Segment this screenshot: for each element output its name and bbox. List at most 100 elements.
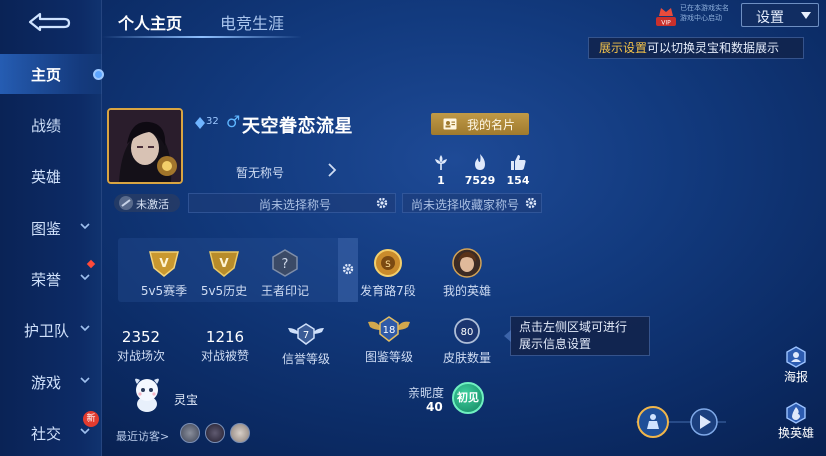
- my-heroes-label: 我的英雄: [442, 284, 491, 298]
- settings-dropdown[interactable]: 设置: [741, 3, 819, 27]
- tab-esports-career[interactable]: 电竞生涯: [220, 10, 284, 34]
- intimacy-stage-badge[interactable]: 初见: [452, 382, 484, 414]
- title-select[interactable]: 尚未选择称号: [188, 193, 396, 213]
- svg-text:VIP: VIP: [661, 20, 671, 27]
- hint-line2: 展示信息设置: [519, 337, 592, 351]
- level-value: 32: [206, 116, 219, 127]
- my-card-button[interactable]: 我的名片: [431, 113, 529, 135]
- inactive-badge[interactable]: 未激活: [114, 194, 180, 212]
- gear-icon: [525, 197, 537, 209]
- codex-wings-icon: 18: [368, 316, 410, 342]
- season-badge-icon: V: [149, 251, 179, 277]
- switch-hero-icon: [786, 402, 806, 424]
- sidebar-item-label: 游戏: [31, 373, 62, 392]
- play-button[interactable]: [691, 409, 717, 435]
- visitor-avatar[interactable]: [230, 423, 250, 443]
- sidebar-item-label: 护卫队: [24, 321, 70, 340]
- id-card-icon: [443, 118, 457, 130]
- collector-select-placeholder: 尚未选择收藏家称号: [411, 198, 520, 212]
- poster-button[interactable]: 海报: [774, 346, 818, 385]
- hero-portrait-icon: [452, 248, 482, 278]
- chevron-down-icon: [80, 274, 90, 281]
- active-tab-underline: [102, 36, 302, 38]
- flower-icon: [435, 155, 447, 170]
- chevron-right-icon: [328, 163, 337, 177]
- avatar[interactable]: [107, 108, 183, 184]
- sidebar-item-game[interactable]: 游戏: [0, 362, 102, 402]
- visitor-avatar[interactable]: [180, 423, 200, 443]
- praised-label: 对战被赞: [200, 349, 249, 363]
- gear-icon: [376, 197, 388, 209]
- pet-name: 灵宝: [174, 393, 199, 407]
- sidebar-item-guard-team[interactable]: 护卫队: [0, 310, 102, 350]
- vip-crown-icon: VIP: [656, 8, 676, 27]
- sidebar-item-label: 荣誉: [31, 270, 62, 289]
- flame-icon: [475, 154, 485, 170]
- profile-screen: 主页 战绩 英雄 图鉴 荣誉 护卫队 游戏 社交 新 个人主页 电竞生涯 VIP…: [0, 0, 826, 456]
- codex-level-item[interactable]: 18 图鉴等级: [353, 314, 425, 365]
- level-badge: 32: [194, 116, 224, 130]
- codex-level-label: 图鉴等级: [364, 350, 413, 364]
- sidebar-item-codex[interactable]: 图鉴: [0, 208, 102, 248]
- intimacy-label: 亲昵度: [407, 386, 444, 400]
- sidebar-item-record[interactable]: 战绩: [0, 105, 102, 145]
- vip-note-line2: 游戏中心启动: [680, 14, 722, 22]
- likes-stat[interactable]: 154: [498, 152, 538, 187]
- thumbs-up-icon: [511, 155, 526, 170]
- my-heroes-item[interactable]: 我的英雄: [431, 248, 503, 299]
- likes-count: 154: [506, 174, 530, 187]
- matches-stat[interactable]: 2352 对战场次: [105, 328, 177, 364]
- tab-personal-home[interactable]: 个人主页: [118, 10, 182, 34]
- sidebar-item-home[interactable]: 主页: [0, 54, 102, 94]
- sidebar-item-label: 社交: [31, 424, 62, 443]
- switch-hero-button[interactable]: 换英雄: [774, 402, 818, 441]
- companion-pet[interactable]: [128, 374, 166, 414]
- vip-badge[interactable]: VIP: [654, 3, 678, 27]
- hint-line1: 点击左侧区域可进行: [519, 320, 628, 334]
- recent-visitors-link[interactable]: 最近访客>: [116, 428, 169, 444]
- avatar-portrait: [109, 110, 181, 182]
- svg-text:18: 18: [383, 325, 396, 336]
- popularity-stat[interactable]: 7529: [460, 152, 500, 187]
- sidebar-item-heroes[interactable]: 英雄: [0, 156, 102, 196]
- sidebar-item-honor[interactable]: 荣誉: [0, 259, 102, 299]
- history-badge-icon: V: [209, 251, 239, 277]
- gender-male-icon: ♂: [226, 112, 241, 131]
- panel-hint-tooltip: 点击左侧区域可进行 展示信息设置: [504, 316, 650, 356]
- caret-down-icon: [801, 12, 811, 19]
- top-tabs: 个人主页 电竞生涯: [102, 0, 522, 40]
- chevron-down-icon: [80, 325, 90, 332]
- vip-note-line1: 已在本游戏实名: [680, 4, 729, 12]
- king-mark-item[interactable]: ? 王者印记: [249, 248, 321, 299]
- matches-value: 2352: [121, 328, 161, 346]
- lane-rank-label: 发育路7段: [360, 284, 416, 298]
- skins-badge-icon: 80: [454, 318, 480, 344]
- flower-count: 1: [437, 174, 445, 187]
- switch-hero-label: 换英雄: [777, 426, 814, 440]
- svg-text:7: 7: [303, 330, 309, 341]
- inactive-badge-label: 未激活: [136, 198, 169, 211]
- chevron-down-icon: [80, 223, 90, 230]
- praised-stat[interactable]: 1216 对战被赞: [189, 328, 261, 364]
- active-indicator-dot: [93, 69, 104, 80]
- poster-icon: [786, 346, 806, 368]
- skins-count-item[interactable]: 80 皮肤数量: [431, 317, 503, 366]
- flower-stat[interactable]: 1: [421, 152, 461, 187]
- credit-level-label: 信誉等级: [281, 352, 330, 366]
- player-name: 天空眷恋流星: [242, 116, 353, 137]
- tooltip-highlight: 展示设置: [599, 41, 648, 55]
- back-arrow-icon: [28, 12, 71, 32]
- lane-rank-item[interactable]: S 发育路7段: [352, 248, 424, 299]
- vip-note: 已在本游戏实名 游戏中心启动: [680, 3, 736, 23]
- my-card-label: 我的名片: [467, 118, 516, 132]
- title-select-placeholder: 尚未选择称号: [259, 198, 332, 212]
- sidebar-item-label: 英雄: [31, 167, 62, 186]
- credit-wings-icon: 7: [288, 323, 324, 345]
- credit-level-item[interactable]: 7 信誉等级: [270, 322, 342, 367]
- praised-value: 1216: [205, 328, 245, 346]
- back-button[interactable]: [26, 10, 72, 34]
- visitor-avatar[interactable]: [205, 423, 225, 443]
- portrait-mode-button[interactable]: [638, 407, 668, 437]
- chevron-down-icon: [80, 377, 90, 384]
- collector-title-select[interactable]: 尚未选择收藏家称号: [402, 193, 542, 213]
